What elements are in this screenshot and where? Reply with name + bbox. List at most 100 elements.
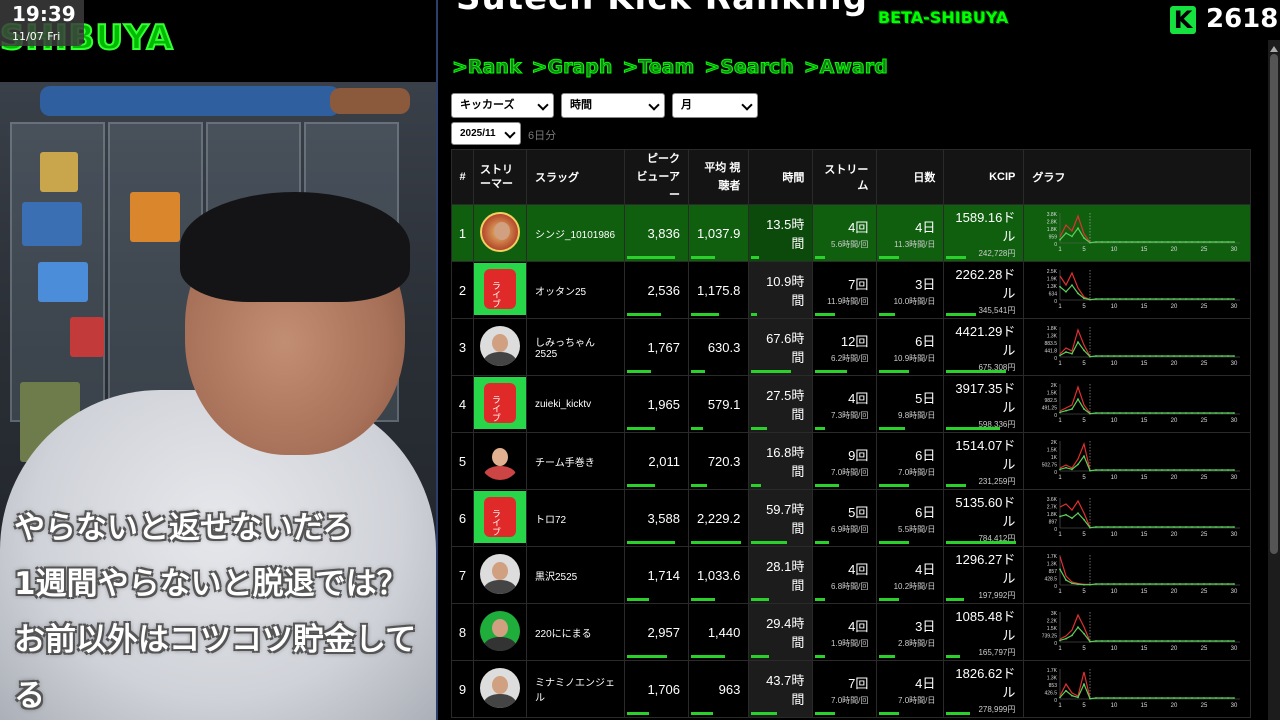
series-point xyxy=(1077,512,1080,515)
series-point xyxy=(1161,355,1164,357)
kcip-cell: 1826.62ドル 278,999円 xyxy=(943,660,1025,718)
avatar-cell[interactable] xyxy=(473,603,527,661)
avatar-cell[interactable] xyxy=(473,432,527,490)
slug-cell[interactable]: しみっちゃん2525 xyxy=(526,318,625,376)
table-row[interactable]: 1 シンジ_10101986 3,836 1,037.9 13.5時間 4回 5.6時間/回… xyxy=(451,204,1252,262)
series-point xyxy=(1179,583,1182,585)
slug-cell[interactable]: 黒沢2525 xyxy=(526,546,625,604)
kcip-value: 1826.62ドル xyxy=(955,666,1016,700)
table-row[interactable]: 7 黒沢2525 1,714 1,033.6 28.1時間 4回 6.8時間/回 4日 10.2… xyxy=(451,546,1252,604)
nav-rank[interactable]: >Rank xyxy=(452,56,523,84)
slug-cell[interactable]: シンジ_10101986 xyxy=(526,204,625,262)
sparkline-chart[interactable]: 3.8K2.8K1.8K95901 5 10 15 20 25 30 xyxy=(1032,209,1242,257)
scroll-up-arrow-icon[interactable] xyxy=(1270,46,1278,52)
avatar-cell[interactable]: ライブ xyxy=(473,375,527,433)
progress-bar xyxy=(751,712,778,715)
series-point xyxy=(1167,583,1170,585)
graph-cell[interactable]: 3.6K 2.7K 1.8K 897 0 1 5 10 15 20 25 30 xyxy=(1023,489,1252,547)
nav-search[interactable]: >Search xyxy=(704,56,794,84)
series-point xyxy=(1119,355,1122,357)
col-kcip[interactable]: KCIP xyxy=(943,149,1025,205)
avatar xyxy=(480,610,520,651)
plush-toy xyxy=(40,86,340,116)
sparkline-chart[interactable]: 2.5K1.9K1.3K63401 5 10 15 20 25 30 xyxy=(1032,266,1242,314)
nav-graph[interactable]: >Graph xyxy=(531,56,613,84)
day-count: 6日分 xyxy=(528,130,557,142)
slug-cell[interactable]: 220ににまる xyxy=(526,603,625,661)
series-point xyxy=(1155,697,1158,699)
x-tick-label: 1 xyxy=(1059,646,1063,652)
slug-cell[interactable]: オッタン25 xyxy=(526,261,625,319)
platform-select[interactable]: キッカーズ xyxy=(451,93,554,118)
chevron-right-icon: > xyxy=(531,56,548,79)
sparkline-chart[interactable]: 3K2.2K1.5K739.2501 5 10 15 20 25 30 xyxy=(1032,608,1242,656)
graph-cell[interactable]: 1.7K 1.3K 853 426.5 0 1 5 10 15 20 25 30 xyxy=(1023,660,1252,718)
series-point xyxy=(1143,469,1146,471)
sparkline-chart[interactable]: 3.6K2.7K1.8K89701 5 10 15 20 25 30 xyxy=(1032,494,1242,542)
x-tick-label: 30 xyxy=(1231,532,1238,538)
col-hours[interactable]: 時間 xyxy=(748,149,814,205)
days-value: 3日 xyxy=(915,618,936,634)
col-avg[interactable]: 平均 視聴者 xyxy=(687,149,750,205)
period-select[interactable]: 月 xyxy=(672,93,758,118)
series-point xyxy=(1143,298,1146,300)
graph-cell[interactable]: 2K 1.5K 1K 502.75 0 1 5 10 15 20 25 30 xyxy=(1023,432,1252,490)
col-rank[interactable]: # xyxy=(451,149,474,205)
table-row[interactable]: 5 チーム手巻き 2,011 720.3 16.8時間 9回 7.0時間/回 6日 7.0時間/… xyxy=(451,432,1252,490)
graph-cell[interactable]: 2.5K 1.9K 1.3K 634 0 1 5 10 15 20 25 30 xyxy=(1023,261,1252,319)
avatar-cell[interactable] xyxy=(473,318,527,376)
series-point xyxy=(1197,469,1200,471)
table-row[interactable]: 4 ライブ zuieki_kicktv 1,965 579.1 27.5時間 4回 7.3時間… xyxy=(451,375,1252,433)
table-row[interactable]: 9 ミナミノエンジェル 1,706 963 43.7時間 7回 7.0時間/回 4日 7.0時間… xyxy=(451,660,1252,718)
scrollbar[interactable] xyxy=(1268,40,1280,720)
series-point xyxy=(1155,241,1158,243)
table-row[interactable]: 6 ライブ トロ72 3,588 2,229.2 59.7時間 5回 6.9時間/回 6日 5.5… xyxy=(451,489,1252,547)
y-tick-label: 2.8K xyxy=(1047,220,1058,226)
graph-cell[interactable]: 3.8K 2.8K 1.8K 959 0 1 5 10 15 20 25 30 xyxy=(1023,204,1252,262)
nav-team[interactable]: >Team xyxy=(622,56,695,84)
y-tick-label: 0 xyxy=(1055,584,1058,590)
table-row[interactable]: 2 ライブ オッタン25 2,536 1,175.8 10.9時間 7回 11.9時間/回 3日… xyxy=(451,261,1252,319)
nav-label: Team xyxy=(638,56,695,79)
table-row[interactable]: 8 220ににまる 2,957 1,440 29.4時間 4回 1.9時間/回 3日 2.8時間… xyxy=(451,603,1252,661)
series-point xyxy=(1185,526,1188,528)
progress-bar xyxy=(946,541,1017,544)
metric-select[interactable]: 時間 xyxy=(561,93,665,118)
graph-cell[interactable]: 2K 1.5K 982.5 491.25 0 1 5 10 15 20 25 30 xyxy=(1023,375,1252,433)
avatar-cell[interactable]: ライブ xyxy=(473,489,527,547)
slug-cell[interactable]: チーム手巻き xyxy=(526,432,625,490)
nav-award[interactable]: >Award xyxy=(803,56,888,84)
col-graph[interactable]: グラフ xyxy=(1023,149,1252,205)
series-line-red xyxy=(1060,499,1091,528)
month-select[interactable]: 2025/11 xyxy=(451,122,521,145)
scrollbar-thumb[interactable] xyxy=(1270,54,1278,554)
col-streamer[interactable]: ストリーマー xyxy=(473,149,527,205)
sparkline-chart[interactable]: 1.7K1.3K853426.501 5 10 15 20 25 30 xyxy=(1032,665,1242,713)
graph-cell[interactable]: 1.8K 1.3K 883.5 441.8 0 1 5 10 15 20 25 30 xyxy=(1023,318,1252,376)
avatar-cell[interactable]: ライブ xyxy=(473,261,527,319)
col-days[interactable]: 日数 xyxy=(876,149,945,205)
col-streams[interactable]: ストリーム xyxy=(812,149,878,205)
x-tick-label: 10 xyxy=(1111,418,1118,424)
slug-cell[interactable]: zuieki_kicktv xyxy=(526,375,625,433)
series-point xyxy=(1083,349,1086,352)
table-row[interactable]: 3 しみっちゃん2525 1,767 630.3 67.6時間 12回 6.2時間/回 6日 1… xyxy=(451,318,1252,376)
graph-cell[interactable]: 3K 2.2K 1.5K 739.25 0 1 5 10 15 20 25 30 xyxy=(1023,603,1252,661)
slug-cell[interactable]: ミナミノエンジェル xyxy=(526,660,625,718)
sparkline-chart[interactable]: 2K1.5K982.5491.2501 5 10 15 20 25 30 xyxy=(1032,380,1242,428)
series-point xyxy=(1197,355,1200,357)
sparkline-chart[interactable]: 1.7K1.3K857428.501 5 10 15 20 25 30 xyxy=(1032,551,1242,599)
subtitle-line: やらないと返せないだろ xyxy=(14,510,354,546)
avatar-cell[interactable] xyxy=(473,546,527,604)
col-peak[interactable]: ピーク ビューアー xyxy=(624,149,689,205)
avatar-cell[interactable] xyxy=(473,660,527,718)
series-point xyxy=(1071,694,1074,697)
slug-cell[interactable]: トロ72 xyxy=(526,489,625,547)
col-slug[interactable]: スラッグ xyxy=(526,149,625,205)
series-point xyxy=(1089,697,1092,700)
series-point xyxy=(1059,354,1062,357)
graph-cell[interactable]: 1.7K 1.3K 857 428.5 0 1 5 10 15 20 25 30 xyxy=(1023,546,1252,604)
sparkline-chart[interactable]: 1.8K1.3K883.5441.801 5 10 15 20 25 30 xyxy=(1032,323,1242,371)
avatar-cell[interactable] xyxy=(473,204,527,262)
sparkline-chart[interactable]: 2K1.5K1K502.7501 5 10 15 20 25 30 xyxy=(1032,437,1242,485)
